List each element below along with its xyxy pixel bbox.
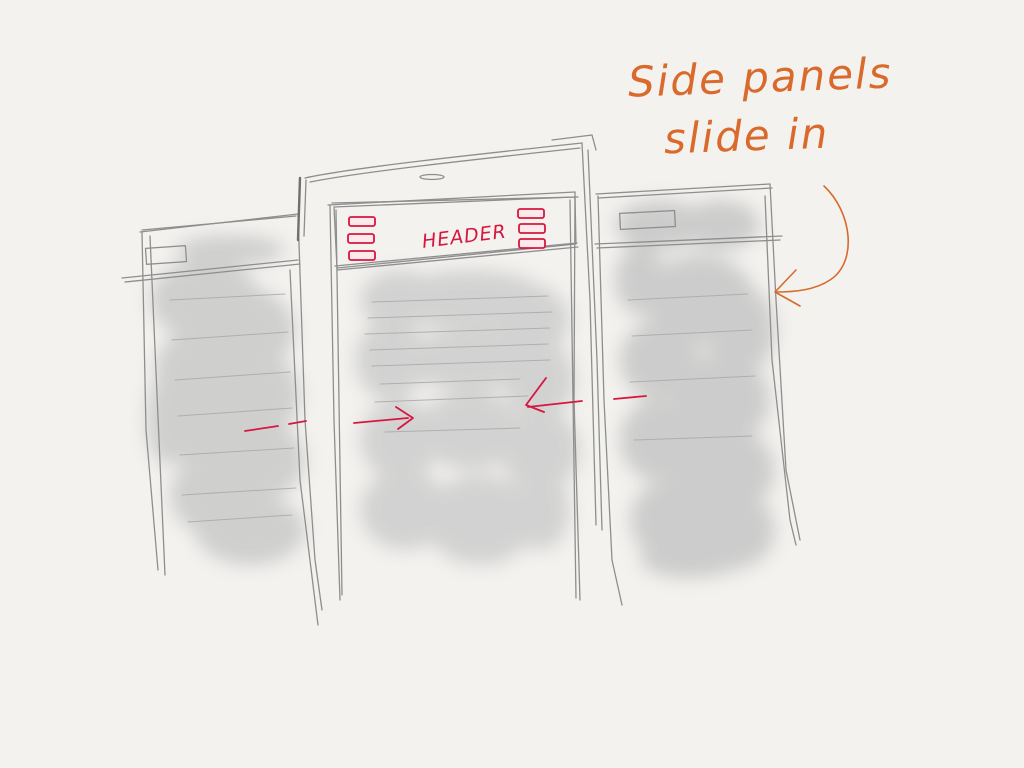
right-menu-icon[interactable]: [517, 208, 546, 249]
right-panel-shading: [615, 200, 775, 578]
center-content-shading: [355, 270, 580, 565]
earpiece: [419, 173, 445, 181]
annotation-line-1: Side panels: [627, 48, 893, 106]
header-title: HEADER: [421, 221, 508, 253]
right-side-panel[interactable]: [594, 183, 801, 606]
center-phone: HEADER: [296, 134, 603, 601]
left-menu-icon[interactable]: [347, 216, 376, 261]
annotation-line-2: slide in: [663, 109, 830, 164]
left-side-panel[interactable]: [121, 213, 323, 626]
center-header-bar: HEADER: [333, 196, 579, 271]
wireframe-sketch: HEADER Side panels slide in: [121, 48, 893, 626]
curved-arrow-icon: [774, 185, 849, 307]
